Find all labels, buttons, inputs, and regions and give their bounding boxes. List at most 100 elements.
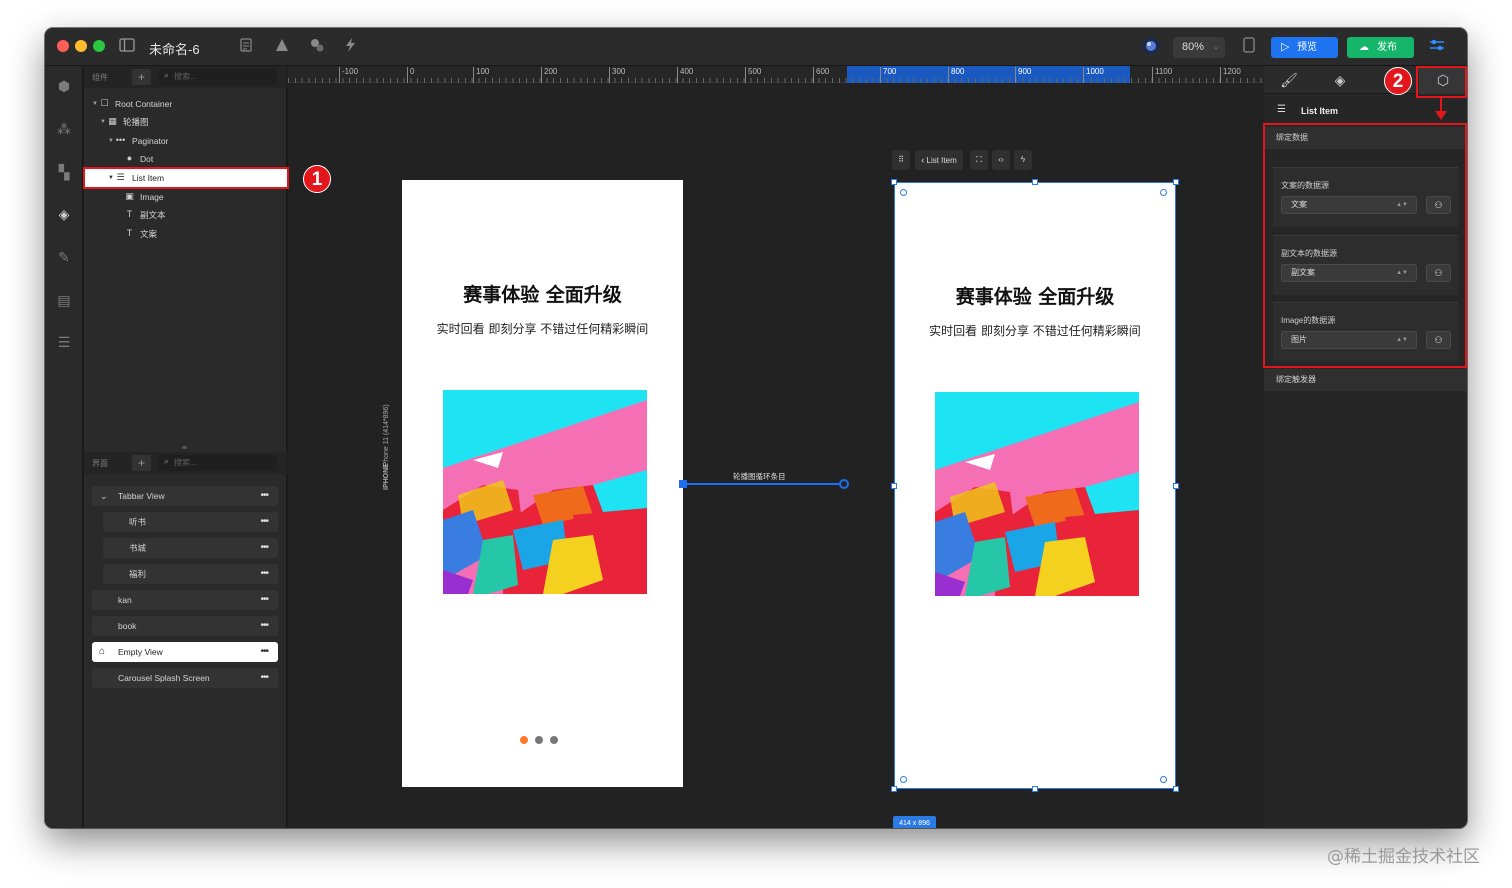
tree-item-root-container[interactable]: ▼ ☐ Root Container	[84, 95, 287, 113]
page-shucheng[interactable]: 书城 •••	[103, 538, 278, 558]
corner-radius-handle[interactable]	[900, 776, 907, 783]
more-icon[interactable]: •••	[260, 642, 268, 662]
resize-handle[interactable]	[1173, 483, 1179, 489]
design-canvas[interactable]: -100 0 100 200 300 400 500 600 700 800 9…	[288, 66, 1264, 828]
page-fuli[interactable]: 福利 •••	[103, 564, 278, 584]
more-icon[interactable]: •••	[260, 512, 268, 532]
more-icon[interactable]: •••	[260, 564, 268, 584]
app-window: 未命名-6 80% ⌄ ▷ 预览 ☁ 发布 ⬢ ⁂ ▚ ◈ ✎ ▤ ☰ 组件 +…	[45, 28, 1467, 828]
ruler-label: 800	[948, 67, 964, 83]
pages-tab[interactable]: 界面	[92, 458, 108, 469]
corner-radius-handle[interactable]	[900, 189, 907, 196]
page-label: Carousel Splash Screen	[118, 673, 210, 683]
lightning-icon[interactable]: ϟ	[1014, 150, 1032, 170]
corner-radius-handle[interactable]	[1160, 189, 1167, 196]
tree-item-paginator[interactable]: ▼ ••• Paginator	[84, 132, 287, 150]
caret-down-icon[interactable]: ▼	[92, 95, 98, 113]
cube-icon[interactable]: ⬢	[54, 76, 74, 96]
minimize-window-button[interactable]	[75, 40, 87, 52]
corner-radius-handle[interactable]	[1160, 776, 1167, 783]
page-label: 书城	[129, 543, 147, 553]
caret-down-icon[interactable]: ▼	[100, 113, 106, 131]
resize-handle[interactable]	[182, 446, 187, 449]
ruler-label: 600	[813, 67, 829, 83]
chevron-down-icon[interactable]: ⌄	[100, 486, 108, 506]
tree-item-dot[interactable]: ● Dot	[84, 150, 287, 168]
resize-handle[interactable]	[1173, 179, 1179, 185]
shapes-icon[interactable]	[272, 37, 292, 57]
brush-icon[interactable]: 🖌	[1278, 70, 1300, 90]
lightning-icon[interactable]	[341, 37, 361, 57]
tree-item-subtext[interactable]: T 副文本	[84, 206, 287, 224]
ruler-label: 0	[407, 67, 414, 83]
drag-handle-icon[interactable]: ⠿	[892, 150, 910, 170]
selection-frame	[894, 182, 1176, 789]
text-icon: T	[126, 209, 133, 219]
assets-icon[interactable]: ⁂	[54, 119, 74, 139]
list-icon[interactable]: ☰	[54, 332, 74, 352]
document-icon[interactable]	[236, 37, 256, 57]
watermark: @稀土掘金技术社区	[1327, 847, 1480, 867]
ruler-label: 1200	[1220, 67, 1241, 83]
avatar[interactable]	[1141, 37, 1161, 57]
device-icon[interactable]	[1239, 37, 1259, 57]
ruler-label: 500	[745, 67, 761, 83]
close-window-button[interactable]	[57, 40, 69, 52]
connector-start-handle[interactable]	[679, 480, 687, 488]
pin-icon[interactable]: ✎	[54, 247, 74, 267]
resize-handle[interactable]	[891, 483, 897, 489]
tree-item-image[interactable]: ▣ Image	[84, 188, 287, 206]
page-search-input[interactable]: 搜索...	[159, 455, 277, 471]
page-kan[interactable]: kan •••	[92, 590, 278, 610]
carousel-image[interactable]	[443, 390, 647, 594]
layout-icon[interactable]: ▚	[54, 162, 74, 182]
bind-trigger-section[interactable]: 绑定触发器	[1264, 369, 1467, 391]
component-search-input[interactable]: 搜索...	[159, 69, 277, 85]
annotation-arrow-head	[1435, 111, 1447, 120]
components-tab[interactable]: 组件	[92, 72, 108, 83]
tree-label: 文案	[140, 229, 158, 239]
components-icon[interactable]	[307, 37, 327, 57]
more-icon[interactable]: •••	[260, 486, 268, 506]
page-carousel-splash[interactable]: Carousel Splash Screen •••	[92, 668, 278, 688]
diamond-icon[interactable]: ◈	[1329, 70, 1351, 90]
zoom-select[interactable]: 80% ⌄	[1173, 37, 1225, 58]
page-book[interactable]: book •••	[92, 616, 278, 636]
maximize-window-button[interactable]	[93, 40, 105, 52]
resize-handle[interactable]	[1173, 786, 1179, 792]
connector-end-handle[interactable]	[839, 479, 849, 489]
pagination-dot-active[interactable]	[520, 736, 528, 744]
add-page-button[interactable]: +	[132, 455, 151, 471]
layers-icon[interactable]: ◈	[54, 204, 74, 224]
pagination-dot[interactable]	[535, 736, 543, 744]
settings-sliders-icon[interactable]	[1427, 37, 1447, 57]
page-empty-view[interactable]: ⌂ Empty View •••	[92, 642, 278, 662]
resize-handle[interactable]	[891, 786, 897, 792]
tree-item-copy[interactable]: T 文案	[84, 225, 287, 243]
resize-handle[interactable]	[891, 179, 897, 185]
sidebar-icon[interactable]	[117, 37, 137, 57]
resize-handle[interactable]	[1032, 786, 1038, 792]
add-component-button[interactable]: +	[132, 69, 151, 85]
resize-handle[interactable]	[1032, 179, 1038, 185]
more-icon[interactable]: •••	[260, 538, 268, 558]
caret-down-icon[interactable]: ▼	[108, 132, 114, 150]
fullscreen-icon[interactable]: ⛶	[970, 150, 988, 170]
tree-label: 轮播图	[123, 117, 149, 127]
code-icon[interactable]: ‹›	[992, 150, 1010, 170]
more-icon[interactable]: •••	[260, 668, 268, 688]
parent-select-button[interactable]: ‹ List Item	[915, 150, 963, 170]
pagination-dot[interactable]	[550, 736, 558, 744]
left-toolbar: ⬢ ⁂ ▚ ◈ ✎ ▤ ☰	[45, 66, 83, 828]
template-icon[interactable]: ▤	[54, 290, 74, 310]
ruler-label: 1000	[1083, 67, 1104, 83]
publish-button[interactable]: ☁ 发布	[1347, 37, 1414, 58]
page-label: 听书	[129, 517, 147, 527]
page-tingshu[interactable]: 听书 •••	[103, 512, 278, 532]
more-icon[interactable]: •••	[260, 616, 268, 636]
preview-button[interactable]: ▷ 预览	[1271, 37, 1338, 58]
more-icon[interactable]: •••	[260, 590, 268, 610]
phone-frame-carousel[interactable]: 赛事体验 全面升级 实时回看 即刻分享 不错过任何精彩瞬间	[402, 180, 683, 787]
page-tabbar-view[interactable]: ⌄ Tabbar View •••	[92, 486, 278, 506]
tree-item-carousel[interactable]: ▼ ▦ 轮播图	[84, 113, 287, 131]
